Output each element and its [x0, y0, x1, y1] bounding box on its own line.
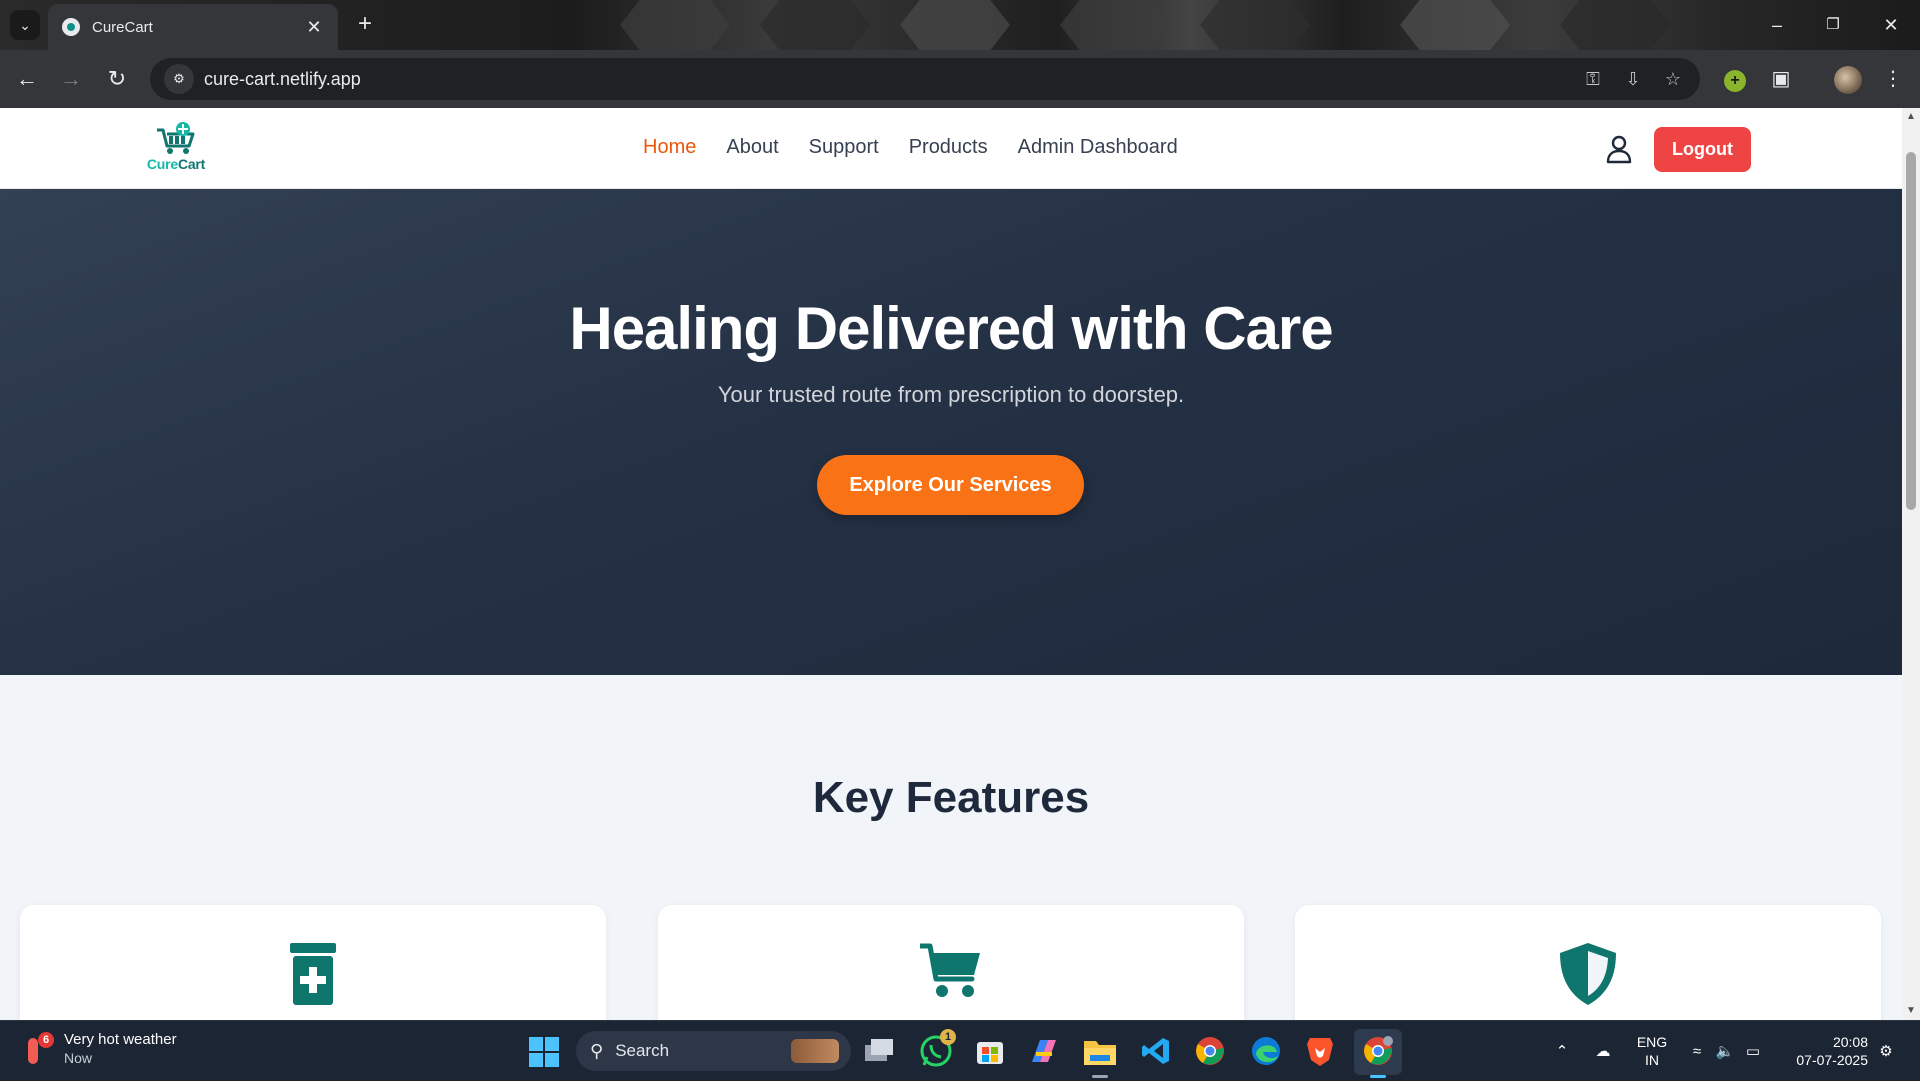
system-clock[interactable]: 20:08 07-07-2025 [1778, 1033, 1868, 1069]
wallpaper-hexagon [1060, 0, 1170, 50]
prescription-bottle-icon [290, 943, 336, 1005]
search-highlight-image [791, 1039, 839, 1063]
vscode-icon[interactable] [1138, 1033, 1174, 1069]
extension-plus-icon[interactable]: + [1724, 70, 1746, 92]
reload-icon[interactable]: ↻ [102, 64, 132, 94]
nav-link-admin-dashboard[interactable]: Admin Dashboard [1018, 136, 1178, 159]
wallpaper-hexagon [900, 0, 1010, 50]
wallpaper-hexagon [1400, 0, 1510, 50]
tab-title: CureCart [92, 18, 153, 36]
bookmark-star-icon[interactable]: ☆ [1658, 64, 1688, 94]
tab-search-button[interactable]: ⌄ [10, 10, 40, 40]
clock-date: 07-07-2025 [1796, 1052, 1868, 1068]
hero-title: Healing Delivered with Care [569, 295, 1333, 362]
chrome-active-icon[interactable] [1360, 1033, 1396, 1069]
logo-wordmark: CureCart [146, 156, 206, 172]
back-arrow-icon[interactable]: ← [12, 64, 42, 94]
minimize-window-icon[interactable]: – [1762, 10, 1792, 40]
url-text: cure-cart.netlify.app [204, 68, 361, 89]
windows-taskbar: 6 Very hot weather Now ⚲ Search 1 ⌃ ☁ EN… [0, 1020, 1920, 1080]
browser-toolbar: ← → ↻ ⚙ cure-cart.netlify.app ⚿ ⇩ ☆ + ▣ … [0, 50, 1920, 108]
weather-title: Very hot weather [64, 1031, 177, 1048]
nav-link-products[interactable]: Products [909, 136, 988, 159]
scroll-thumb[interactable] [1906, 152, 1916, 510]
language-indicator[interactable]: ENG IN [1634, 1033, 1670, 1069]
page-viewport: CureCart Home About Support Products Adm… [0, 108, 1902, 1020]
thermometer-icon: 6 [24, 1031, 54, 1066]
cart-plus-logo-icon [157, 122, 195, 154]
key-features-heading: Key Features [812, 773, 1090, 822]
feature-card [1295, 905, 1881, 1020]
site-navbar: CureCart Home About Support Products Adm… [0, 108, 1902, 189]
curecart-logo[interactable]: CureCart [146, 122, 206, 178]
user-profile-icon[interactable] [1604, 134, 1634, 164]
more-menu-icon[interactable]: ⋮ [1878, 64, 1908, 94]
password-key-icon[interactable]: ⚿ [1578, 64, 1608, 94]
main-menu: Home About Support Products Admin Dashbo… [643, 136, 1178, 159]
microsoft-store-icon[interactable] [972, 1033, 1008, 1069]
battery-icon[interactable]: ▭ [1742, 1021, 1764, 1081]
active-indicator [1370, 1075, 1386, 1078]
copilot-icon[interactable] [1026, 1033, 1062, 1069]
wifi-icon[interactable]: ≈ [1686, 1021, 1708, 1081]
nav-link-home[interactable]: Home [643, 136, 696, 159]
wallpaper-hexagon [760, 0, 870, 50]
page-scrollbar[interactable]: ▲ ▼ [1902, 108, 1920, 1020]
search-icon: ⚲ [590, 1040, 604, 1061]
address-bar[interactable]: ⚙ cure-cart.netlify.app ⚿ ⇩ ☆ [150, 58, 1700, 100]
brave-browser-icon[interactable] [1302, 1033, 1338, 1069]
browser-tab[interactable]: CureCart ✕ [48, 4, 338, 50]
new-tab-button[interactable]: + [352, 12, 378, 38]
taskbar-search-label: Search [615, 1041, 670, 1060]
feature-card [20, 905, 606, 1020]
whatsapp-icon[interactable]: 1 [918, 1029, 956, 1069]
close-tab-icon[interactable]: ✕ [304, 17, 324, 38]
weather-badge: 6 [38, 1031, 54, 1048]
extensions-puzzle-icon[interactable]: ▣ [1766, 64, 1796, 94]
close-window-icon[interactable]: ✕ [1876, 10, 1906, 40]
restore-window-icon[interactable]: ❐ [1818, 10, 1848, 40]
scroll-down-arrow-icon[interactable]: ▼ [1906, 1006, 1916, 1016]
hero-subtitle: Your trusted route from prescription to … [717, 382, 1185, 407]
hero-section: Healing Delivered with Care Your trusted… [0, 189, 1902, 675]
feature-card [658, 905, 1244, 1020]
nav-link-about[interactable]: About [726, 136, 778, 159]
show-hidden-icons-chevron[interactable]: ⌃ [1550, 1021, 1574, 1081]
weather-time: Now [64, 1050, 93, 1066]
logout-button[interactable]: Logout [1654, 127, 1751, 172]
nav-link-support[interactable]: Support [809, 136, 879, 159]
wallpaper-hexagon [1560, 0, 1670, 50]
forward-arrow-icon[interactable]: → [56, 64, 86, 94]
shopping-cart-icon [920, 943, 980, 997]
wallpaper-hexagon [1200, 0, 1310, 50]
browser-tab-strip: ⌄ CureCart ✕ + – ❐ ✕ [0, 0, 1920, 50]
taskbar-search-box[interactable]: ⚲ Search [576, 1031, 851, 1071]
profile-avatar[interactable] [1834, 66, 1862, 94]
file-explorer-icon[interactable] [1082, 1033, 1118, 1069]
task-view-icon[interactable] [862, 1033, 898, 1069]
site-info-icon[interactable]: ⚙ [164, 64, 194, 94]
clock-time: 20:08 [1832, 1034, 1868, 1050]
shield-icon [1560, 943, 1616, 1005]
install-app-icon[interactable]: ⇩ [1618, 64, 1648, 94]
onedrive-cloud-icon[interactable]: ☁ [1590, 1021, 1616, 1081]
weather-widget[interactable]: 6 Very hot weather Now [24, 1031, 177, 1066]
notifications-bell-icon[interactable]: ⚙ [1874, 1021, 1898, 1081]
chevron-down-icon: ⌄ [19, 16, 31, 33]
volume-icon[interactable]: 🔈 [1714, 1021, 1736, 1081]
google-chrome-icon[interactable] [1192, 1033, 1228, 1069]
scroll-up-arrow-icon[interactable]: ▲ [1906, 112, 1916, 122]
running-indicator [1092, 1075, 1108, 1078]
explore-services-button[interactable]: Explore Our Services [817, 455, 1084, 515]
microsoft-edge-icon[interactable] [1248, 1033, 1284, 1069]
windows-start-icon[interactable] [529, 1037, 559, 1067]
whatsapp-badge: 1 [940, 1029, 956, 1045]
wallpaper-hexagon [620, 0, 730, 50]
site-favicon-icon [62, 18, 80, 36]
